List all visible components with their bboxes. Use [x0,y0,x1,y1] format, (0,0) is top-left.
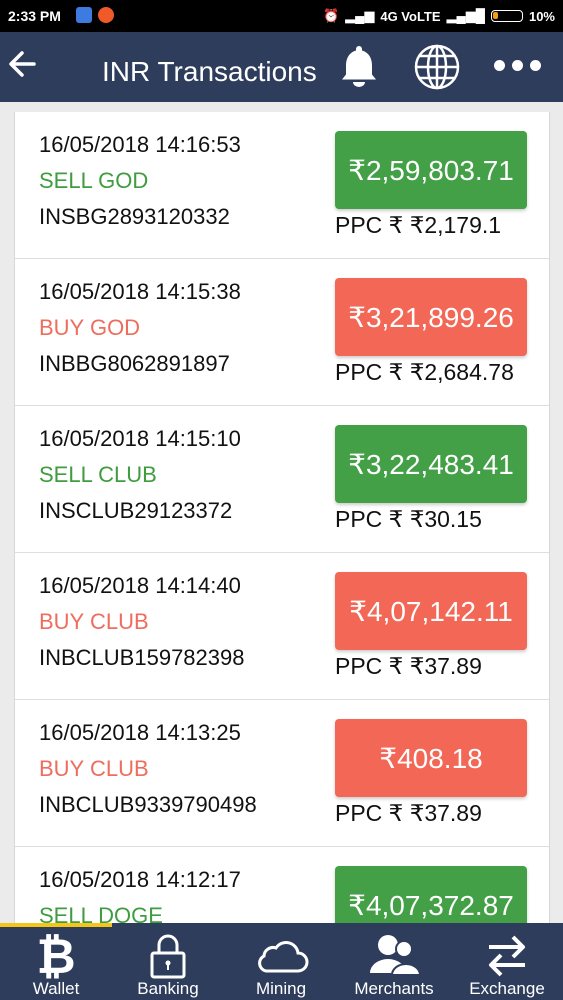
battery-icon [490,10,523,22]
nav-item-merchants[interactable]: Merchants [338,923,450,1000]
price-per-coin: PPC ₹ ₹2,684.78 [335,359,514,385]
transaction-id: INBCLUB9339790498 [39,792,257,817]
dot-icon [512,60,523,71]
notification-app-icon [98,7,114,23]
dot-icon [530,60,541,71]
transaction-datetime: 16/05/2018 14:16:53 [39,132,241,157]
transaction-type: SELL DOGE [39,903,163,924]
dot-icon [494,60,505,71]
nav-label: Banking [137,979,199,998]
transaction-list[interactable]: 16/05/2018 14:16:53 SELL GOD INSBG289312… [14,112,550,924]
price-per-coin: PPC ₹ ₹2,179.1 [335,212,502,238]
network-label: 4G VoLTE [380,8,441,24]
status-time: 2:33 PM [8,8,61,24]
amount-button[interactable]: ₹4,07,142.11 [335,572,527,650]
globe-icon [414,44,460,90]
transaction-type: BUY CLUB [39,609,149,634]
transaction-datetime: 16/05/2018 14:15:10 [39,426,241,451]
cloud-icon [258,941,309,973]
price-per-coin: PPC ₹ ₹37.89 [335,653,482,679]
nav-label: Merchants [354,979,434,998]
app-header: INR Transactions [0,32,563,102]
status-right: ⏰ ▂▄▆ 4G VoLTE ▂▄▆█ 10% [323,8,555,24]
price-per-coin: PPC ₹ ₹30.15 [335,506,482,532]
nav-item-wallet[interactable]: ₿ Wallet [0,923,112,1000]
transaction-row[interactable]: 16/05/2018 14:15:10 SELL CLUB INSCLUB291… [15,406,549,553]
nav-label: Mining [255,979,307,998]
transaction-row[interactable]: 16/05/2018 14:13:25 BUY CLUB INBCLUB9339… [15,700,549,847]
svg-text:₿: ₿ [36,931,75,979]
battery-level: 10% [528,8,555,24]
transaction-row[interactable]: 16/05/2018 14:12:17 SELL DOGE ₹4,07,372.… [15,847,549,924]
notification-app-icon [76,7,92,23]
swap-icon [489,935,525,977]
signal-icon: ▂▄▆ [345,8,375,23]
transaction-type: BUY GOD [39,315,141,340]
amount-button[interactable]: ₹408.18 [335,719,527,797]
alarm-icon: ⏰ [322,8,340,23]
nav-item-exchange[interactable]: Exchange [451,923,563,1000]
status-bar: 2:33 PM ⏰ ▂▄▆ 4G VoLTE ▂▄▆█ 10% [0,0,563,32]
nav-label: Wallet [32,979,80,998]
nav-item-mining[interactable]: Mining [225,923,337,1000]
amount-button[interactable]: ₹3,21,899.26 [335,278,527,356]
transaction-row[interactable]: 16/05/2018 14:16:53 SELL GOD INSBG289312… [15,112,549,259]
transaction-id: INSBG2893120332 [39,204,230,229]
users-icon [370,935,422,976]
amount-button[interactable]: ₹4,07,372.87 [335,866,527,924]
amount-button[interactable]: ₹2,59,803.71 [335,131,527,209]
bitcoin-icon: ₿ [36,931,75,979]
page-title: INR Transactions [102,56,317,87]
bottom-navigation: ₿ Wallet Banking Mining Merchants Exchan… [0,923,563,1000]
transaction-row[interactable]: 16/05/2018 14:15:38 BUY GOD INBBG8062891… [15,259,549,406]
notifications-button[interactable] [336,42,382,88]
transaction-type: BUY CLUB [39,756,149,781]
transaction-datetime: 16/05/2018 14:15:38 [39,279,241,304]
lock-icon [150,934,186,979]
bell-icon [342,46,376,87]
transaction-datetime: 16/05/2018 14:13:25 [39,720,241,745]
more-options-button[interactable] [494,60,542,78]
transaction-datetime: 16/05/2018 14:14:40 [39,573,241,598]
transaction-row[interactable]: 16/05/2018 14:14:40 BUY CLUB INBCLUB1597… [15,553,549,700]
nav-item-banking[interactable]: Banking [112,923,224,1000]
transaction-id: INSCLUB29123372 [39,498,233,523]
language-button[interactable] [412,42,462,92]
transaction-id: INBCLUB159782398 [39,645,245,670]
transaction-datetime: 16/05/2018 14:12:17 [39,867,241,892]
transaction-id: INBBG8062891897 [39,351,230,376]
nav-label: Exchange [469,979,545,998]
amount-button[interactable]: ₹3,22,483.41 [335,425,527,503]
transaction-type: SELL GOD [39,168,149,193]
transaction-type: SELL CLUB [39,462,157,487]
price-per-coin: PPC ₹ ₹37.89 [335,800,482,826]
back-button[interactable] [6,44,38,84]
signal-bars-icon: ▂▄▆█ [446,8,485,23]
arrow-left-icon [9,51,36,77]
